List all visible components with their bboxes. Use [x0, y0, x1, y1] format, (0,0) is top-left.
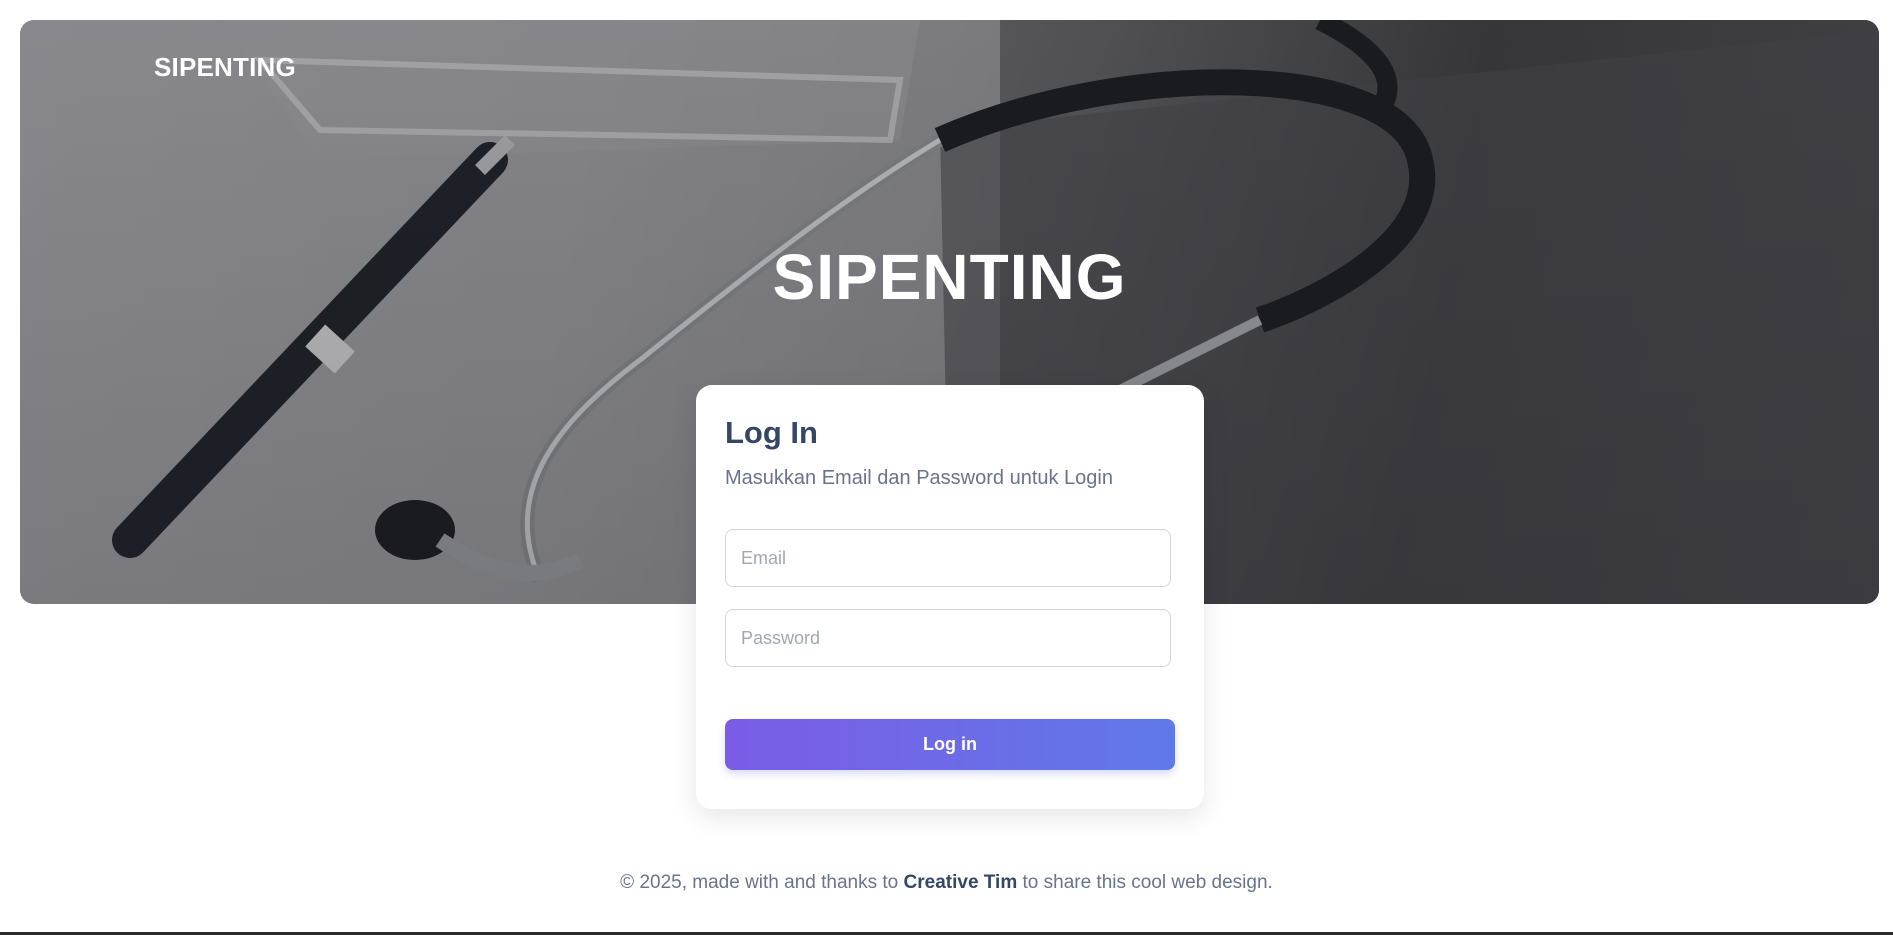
- footer-creative-tim-link[interactable]: Creative Tim: [904, 872, 1018, 893]
- login-title: Log In: [725, 415, 818, 450]
- hero-title: SIPENTING: [772, 241, 1127, 313]
- footer-prefix: © 2025, made with and thanks to: [620, 872, 899, 893]
- navbar-brand[interactable]: SIPENTING: [154, 52, 296, 83]
- footer: © 2025, made with and thanks to Creative…: [0, 872, 1893, 894]
- login-subtitle: Masukkan Email dan Password untuk Login: [725, 467, 1113, 489]
- footer-suffix: to share this cool web design.: [1022, 872, 1273, 893]
- login-card: Log In Masukkan Email dan Password untuk…: [696, 385, 1204, 809]
- password-field[interactable]: [725, 609, 1171, 667]
- email-field[interactable]: [725, 529, 1171, 587]
- login-button[interactable]: Log in: [725, 719, 1175, 770]
